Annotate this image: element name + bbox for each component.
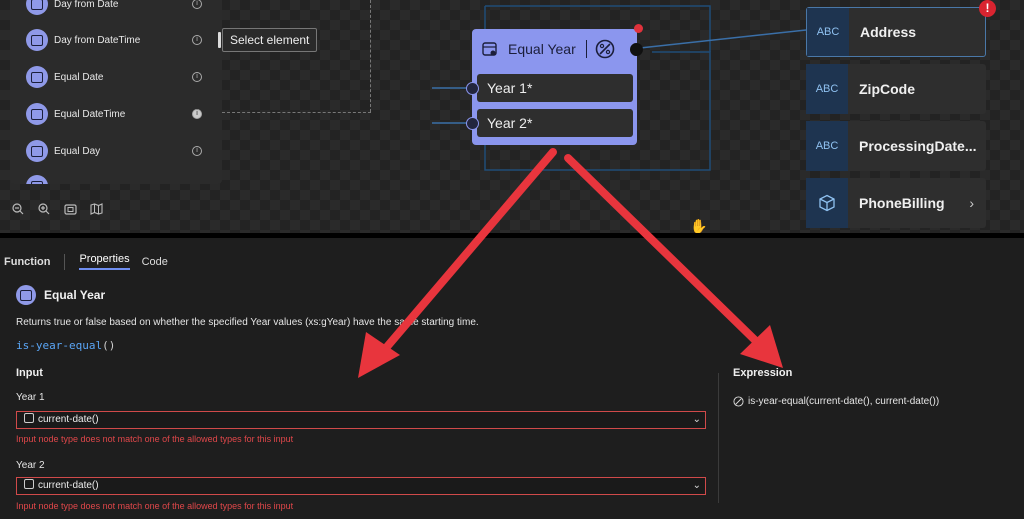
- expression-value: is-year-equal(current-date(), current-da…: [748, 396, 940, 407]
- schema-node-phonebilling[interactable]: PhoneBilling ›: [806, 178, 986, 228]
- string-type-icon: ABC: [807, 8, 849, 56]
- info-icon[interactable]: i: [192, 0, 202, 9]
- info-icon[interactable]: i: [192, 146, 202, 156]
- input-port[interactable]: [466, 82, 479, 95]
- schema-node-address[interactable]: ABC Address: [806, 7, 986, 57]
- function-icon: [26, 66, 48, 88]
- zoom-in-icon: [38, 203, 50, 215]
- function-icon: [26, 140, 48, 162]
- schema-node-label: Address: [860, 24, 917, 40]
- function-small-icon: [24, 413, 34, 423]
- schema-node-label: ProcessingDate...: [859, 138, 977, 154]
- panel-column-divider: [718, 373, 719, 503]
- schema-node-processingdate[interactable]: ABC ProcessingDate...: [806, 121, 986, 171]
- function-item-label: Day from Date: [54, 0, 119, 10]
- connector-line: [639, 29, 807, 49]
- function-icon: [26, 103, 48, 125]
- signature-name: is-year-equal: [16, 339, 103, 352]
- map-icon: [89, 203, 103, 215]
- node-input-year-1[interactable]: Year 1*: [477, 74, 633, 102]
- cube-icon: [806, 178, 848, 228]
- function-expression-icon[interactable]: [595, 39, 615, 59]
- tab-code[interactable]: Code: [142, 256, 168, 268]
- function-item-label: Equal Day: [54, 145, 101, 157]
- function-icon: [26, 29, 48, 51]
- function-item-label: Equal DateTime: [54, 108, 126, 120]
- mapping-canvas[interactable]: Day from Date i Day from DateTime i Equa…: [0, 0, 1024, 235]
- tooltip: Select element: [222, 28, 318, 52]
- function-icon: [26, 0, 48, 15]
- select-value: current-date(): [38, 480, 99, 491]
- tab-function[interactable]: Function: [4, 256, 50, 268]
- zoom-in-button[interactable]: [34, 198, 54, 220]
- function-icon: [26, 175, 48, 184]
- error-badge-icon: !: [979, 0, 996, 17]
- select-value: current-date(): [38, 414, 99, 425]
- input-port[interactable]: [466, 117, 479, 130]
- signature-parens: (): [102, 339, 116, 352]
- expression-heading: Expression: [733, 367, 793, 379]
- schema-node-zipcode[interactable]: ABC ZipCode: [806, 64, 986, 114]
- info-icon[interactable]: i: [192, 72, 202, 82]
- function-list-panel: Day from Date i Day from DateTime i Equa…: [10, 0, 222, 184]
- chevron-right-icon[interactable]: ›: [969, 195, 974, 211]
- function-description: Returns true or false based on whether t…: [16, 317, 479, 328]
- panel-tabs: Function Properties Code: [4, 253, 178, 270]
- zoom-out-icon: [12, 203, 24, 215]
- info-icon[interactable]: i: [192, 35, 202, 45]
- node-input-year-2[interactable]: Year 2*: [477, 109, 633, 137]
- year-1-select[interactable]: current-date() ⌄: [16, 411, 706, 429]
- node-header: Equal Year: [480, 36, 630, 62]
- function-item-label: Equal Date: [54, 71, 104, 83]
- year-2-select[interactable]: current-date() ⌄: [16, 477, 706, 495]
- function-signature: is-year-equal(): [16, 339, 115, 352]
- field-label-year-2: Year 2: [16, 460, 45, 471]
- node-title: Equal Year: [508, 41, 576, 57]
- schema-node-label: ZipCode: [859, 81, 915, 97]
- function-item[interactable]: Equal Day i: [26, 137, 216, 165]
- chevron-down-icon: ⌄: [692, 414, 701, 425]
- function-header: Equal Year: [16, 285, 105, 305]
- function-item[interactable]: Equal DateTime i: [26, 100, 216, 128]
- calendar-function-icon: [482, 42, 497, 56]
- zoom-out-button[interactable]: [8, 198, 28, 220]
- function-title: Equal Year: [44, 288, 106, 302]
- output-port[interactable]: [630, 43, 643, 56]
- function-item[interactable]: [26, 172, 216, 184]
- tab-properties[interactable]: Properties: [79, 253, 130, 270]
- field-label-year-1: Year 1: [16, 392, 45, 403]
- scrollbar-thumb[interactable]: [218, 32, 221, 48]
- function-item[interactable]: Equal Date i: [26, 63, 216, 91]
- function-item-label: Day from DateTime: [54, 34, 141, 46]
- node-title-divider: [585, 40, 587, 58]
- minimap-button[interactable]: [86, 198, 106, 220]
- input-heading: Input: [16, 367, 43, 379]
- function-small-icon: [24, 479, 34, 489]
- fit-view-button[interactable]: [60, 198, 80, 220]
- chevron-down-icon: ⌄: [692, 480, 701, 491]
- info-icon[interactable]: i: [192, 109, 202, 119]
- expression-value-row: is-year-equal(current-date(), current-da…: [733, 396, 939, 407]
- function-item[interactable]: Day from DateTime i: [26, 26, 216, 54]
- function-expression-icon: [733, 396, 744, 407]
- string-type-icon: ABC: [806, 64, 848, 114]
- schema-node-label: PhoneBilling: [859, 195, 945, 211]
- zoom-toolbar: [8, 198, 106, 222]
- validation-error: Input node type does not match one of th…: [16, 501, 294, 511]
- error-indicator-dot: [634, 24, 643, 33]
- function-icon: [16, 285, 36, 305]
- tab-divider: [64, 253, 66, 270]
- function-item[interactable]: Day from Date i: [26, 0, 216, 18]
- validation-error: Input node type does not match one of th…: [16, 434, 294, 444]
- fit-view-icon: [63, 203, 77, 215]
- string-type-icon: ABC: [806, 121, 848, 171]
